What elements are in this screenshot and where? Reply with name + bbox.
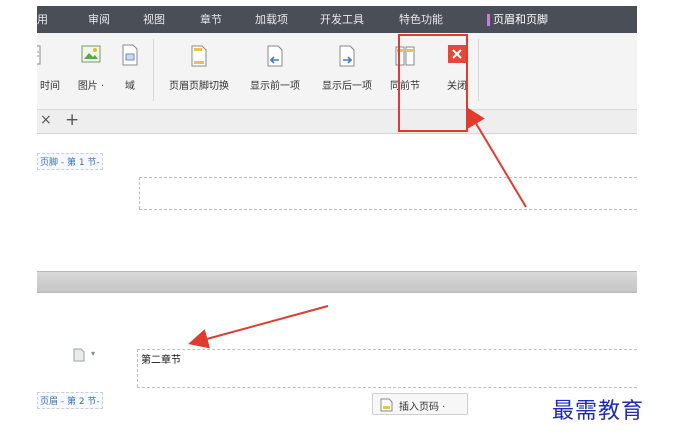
arrow-to-chapter-text [188,305,329,349]
arrow-to-same-as-previous [465,106,527,208]
watermark-text: 最需教育 [552,399,645,424]
annotation-arrows [188,106,527,349]
